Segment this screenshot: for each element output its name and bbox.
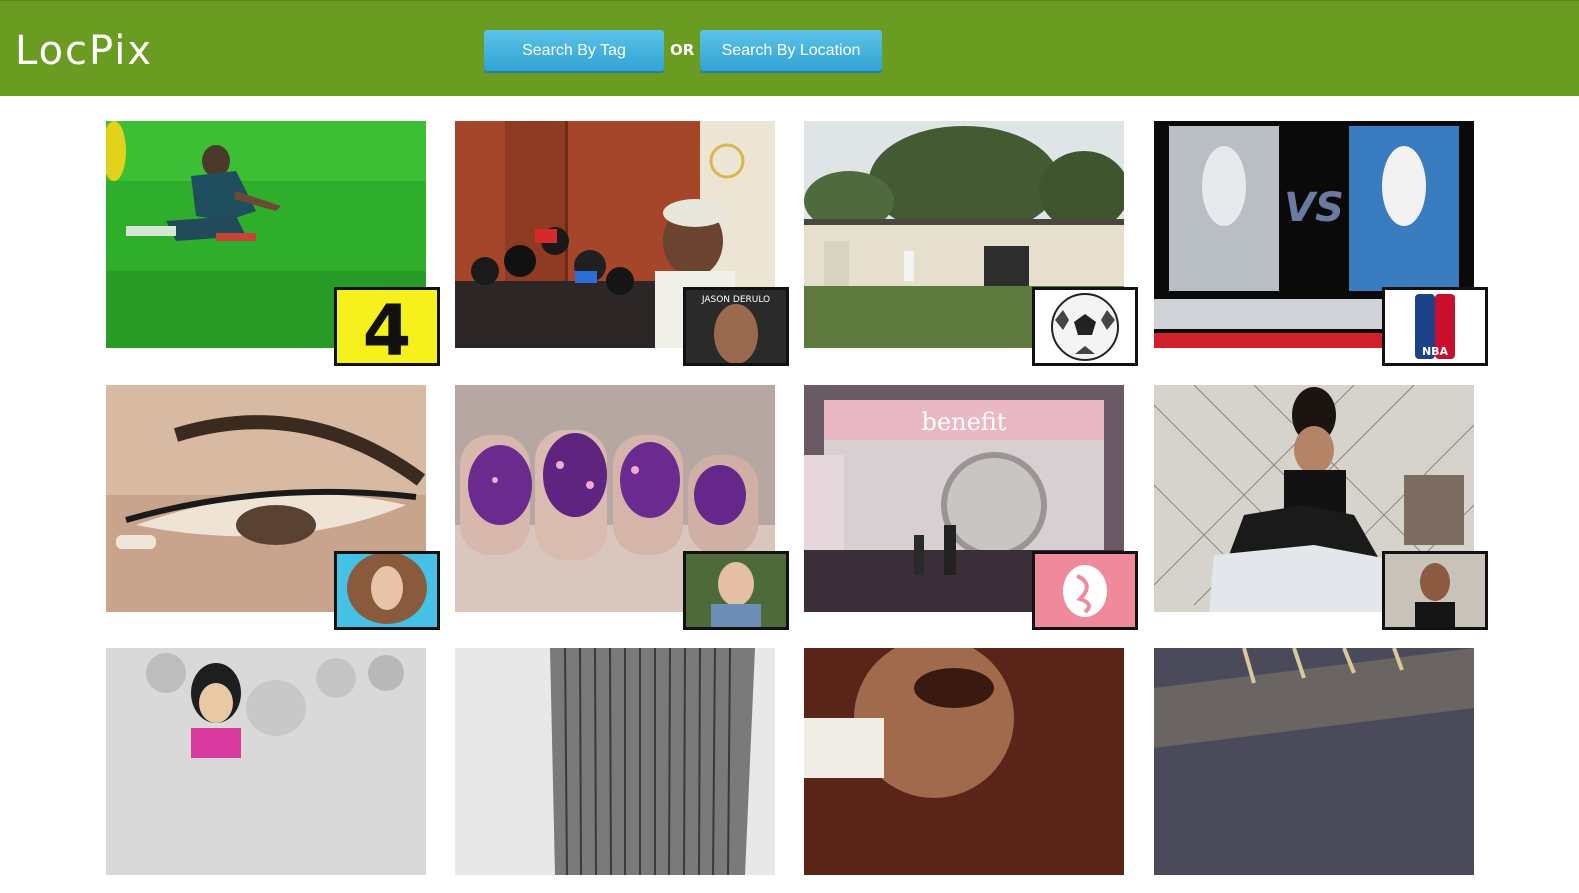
top-nav-bar: LocPix Search By Tag OR Search By Locati… bbox=[0, 0, 1579, 96]
photo-tile[interactable] bbox=[804, 648, 1137, 893]
badge-number-text: 4 bbox=[363, 290, 412, 363]
woman-portrait-badge[interactable] bbox=[334, 551, 440, 630]
photo-tile[interactable]: VS NBA bbox=[1154, 121, 1488, 366]
photo-tile[interactable]: 4 bbox=[106, 121, 440, 366]
cartoon-sketch-photo[interactable] bbox=[106, 648, 426, 875]
photo-tile[interactable]: JASON DERULO bbox=[455, 121, 789, 366]
photo-tile[interactable] bbox=[455, 385, 789, 630]
search-by-tag-button[interactable]: Search By Tag bbox=[484, 30, 664, 71]
or-separator: OR bbox=[670, 41, 695, 59]
woman-portrait-badge[interactable] bbox=[1382, 551, 1488, 630]
skyscraper-photo[interactable] bbox=[455, 648, 775, 875]
photo-tile[interactable] bbox=[455, 648, 788, 893]
photo-tile[interactable] bbox=[1154, 648, 1487, 893]
photo-tile[interactable] bbox=[804, 121, 1138, 366]
album-cover-badge[interactable]: JASON DERULO bbox=[683, 287, 789, 366]
soccer-ball-badge[interactable] bbox=[1032, 287, 1138, 366]
man-laughing-photo[interactable] bbox=[804, 648, 1124, 875]
photo-tile[interactable] bbox=[106, 385, 440, 630]
number-4-logo-badge[interactable]: 4 bbox=[334, 287, 440, 366]
road-photo[interactable] bbox=[1154, 648, 1474, 875]
photo-tile[interactable] bbox=[106, 648, 439, 893]
album-title-text: JASON DERULO bbox=[701, 295, 770, 305]
benefit-sign-text: benefit bbox=[922, 408, 1007, 436]
nba-text: NBA bbox=[1422, 345, 1449, 358]
woman-portrait-badge[interactable] bbox=[683, 551, 789, 630]
vs-text: VS bbox=[1284, 185, 1344, 231]
search-by-location-button[interactable]: Search By Location bbox=[700, 30, 882, 71]
site-logo[interactable]: LocPix bbox=[15, 27, 153, 75]
benefit-logo-badge[interactable] bbox=[1032, 551, 1138, 630]
photo-tile[interactable] bbox=[1154, 385, 1488, 630]
photo-tile[interactable]: benefit bbox=[804, 385, 1138, 630]
nba-logo-badge[interactable]: NBA bbox=[1382, 287, 1488, 366]
